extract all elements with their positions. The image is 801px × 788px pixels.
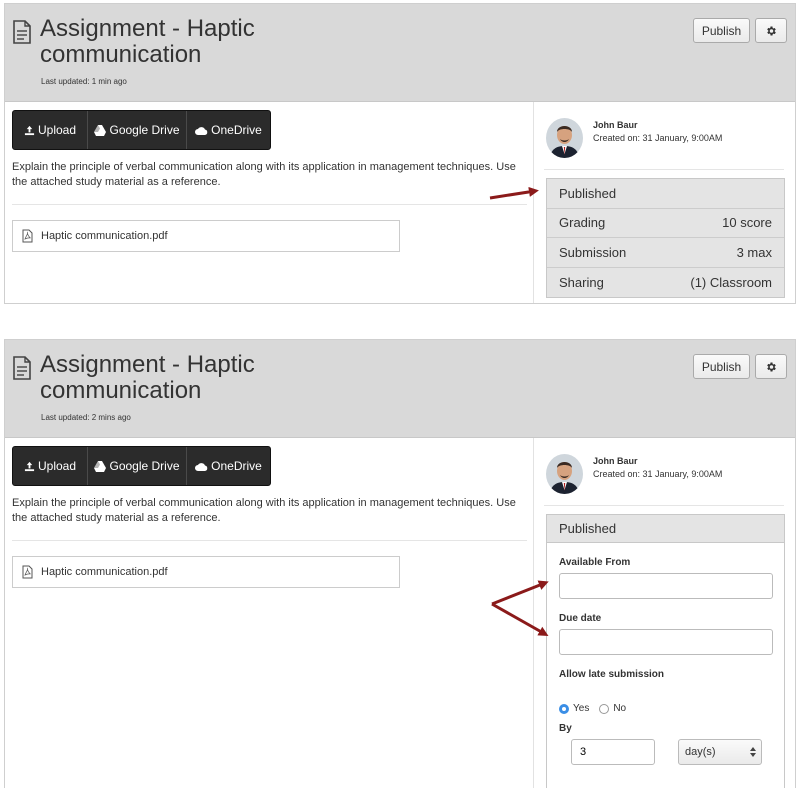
assignment-description: Explain the principle of verbal communic… [12, 161, 516, 188]
google-drive-button[interactable]: Google Drive [88, 111, 187, 149]
form-heading-label: Published [559, 521, 617, 536]
google-drive-icon [94, 124, 107, 136]
pdf-icon [22, 565, 33, 579]
author-created-date: Created on: 31 January, 9:00AM [593, 469, 723, 479]
grading-row: Grading 10 score [547, 209, 784, 238]
due-date-input[interactable] [559, 629, 773, 655]
assignment-description: Explain the principle of verbal communic… [12, 497, 516, 524]
due-date-label: Due date [559, 613, 602, 624]
by-label: By [559, 723, 572, 734]
late-no-radio[interactable] [599, 703, 610, 714]
assignment-sidebar: John Baur Created on: 31 January, 9:00AM… [533, 438, 795, 788]
settings-button[interactable] [755, 18, 787, 43]
page-title: Assignment - Haptic communication [40, 15, 255, 68]
divider [12, 204, 527, 205]
google-drive-button[interactable]: Google Drive [88, 447, 187, 485]
onedrive-label: OneDrive [211, 459, 262, 473]
divider [12, 540, 527, 541]
form-heading[interactable]: Published [547, 515, 784, 543]
gear-icon [767, 26, 776, 35]
upload-button[interactable]: Upload [13, 447, 88, 485]
avatar [546, 118, 583, 158]
publish-button[interactable]: Publish [693, 18, 750, 43]
page-title: Assignment - Haptic communication [40, 351, 255, 404]
sharing-label: Sharing [559, 274, 604, 290]
onedrive-label: OneDrive [211, 123, 262, 137]
late-days-input[interactable] [571, 739, 655, 765]
upload-button[interactable]: Upload [13, 111, 88, 149]
google-drive-label: Google Drive [109, 459, 180, 473]
attachment-name: Haptic communication.pdf [41, 230, 168, 242]
status-summary[interactable]: Published Grading 10 score Submission 3 … [546, 178, 785, 298]
assignment-sidebar: John Baur Created on: 31 January, 9:00AM… [533, 102, 795, 303]
gear-icon [767, 362, 776, 371]
google-drive-label: Google Drive [109, 123, 180, 137]
onedrive-icon [195, 126, 208, 135]
grading-value: 10 score [722, 215, 772, 231]
status-heading-label: Published [559, 185, 617, 201]
sharing-value: (1) Classroom [690, 274, 772, 290]
late-unit-select[interactable]: day(s) [678, 739, 762, 765]
assignment-header: Assignment - Haptic communication Last u… [5, 4, 795, 102]
late-submission-label: Allow late submission [559, 669, 665, 680]
attachment-item[interactable]: Haptic communication.pdf [12, 556, 400, 588]
submission-label: Submission [559, 244, 627, 260]
publish-button[interactable]: Publish [693, 354, 750, 379]
document-icon [13, 20, 31, 44]
author-created-date: Created on: 31 January, 9:00AM [593, 133, 723, 143]
late-yes-radio[interactable] [559, 703, 569, 714]
attachment-item[interactable]: Haptic communication.pdf [12, 220, 400, 252]
grading-label: Grading [559, 215, 606, 231]
submission-row: Submission 3 max [547, 238, 784, 268]
assignment-panel-view: Assignment - Haptic communication Last u… [4, 3, 796, 304]
upload-label: Upload [37, 123, 77, 137]
upload-toolbar: Upload Google Drive OneDrive [12, 446, 271, 486]
upload-toolbar: Upload Google Drive OneDrive [12, 110, 271, 150]
late-no-label: No [613, 703, 627, 714]
late-yes-label: Yes [573, 703, 590, 714]
onedrive-button[interactable]: OneDrive [187, 447, 270, 485]
sharing-row: Sharing (1) Classroom [547, 268, 784, 298]
google-drive-icon [94, 460, 107, 472]
attachment-name: Haptic communication.pdf [41, 566, 168, 578]
submission-value: 3 max [736, 244, 772, 260]
onedrive-icon [195, 462, 208, 471]
late-submission-options: Yes No [559, 703, 626, 714]
assignment-panel-edit: Assignment - Haptic communication Last u… [4, 339, 796, 788]
late-unit-value: day(s) [685, 746, 716, 758]
status-heading[interactable]: Published [547, 179, 784, 209]
divider [544, 169, 784, 170]
settings-button[interactable] [755, 354, 787, 379]
select-arrows-icon [750, 747, 756, 757]
author-name: John Baur [593, 456, 638, 466]
pdf-icon [22, 229, 33, 243]
publish-settings-form: Published Available From Due date Allow … [546, 514, 785, 788]
upload-icon [24, 461, 35, 471]
available-from-input[interactable] [559, 573, 773, 599]
document-icon [13, 356, 31, 380]
author-name: John Baur [593, 120, 638, 130]
assignment-header: Assignment - Haptic communication Last u… [5, 340, 795, 438]
last-updated: Last updated: 1 min ago [41, 77, 127, 86]
last-updated: Last updated: 2 mins ago [41, 413, 131, 422]
avatar [546, 454, 583, 494]
upload-icon [24, 125, 35, 135]
onedrive-button[interactable]: OneDrive [187, 111, 270, 149]
available-from-label: Available From [559, 557, 631, 568]
upload-label: Upload [37, 459, 77, 473]
divider [544, 505, 784, 506]
